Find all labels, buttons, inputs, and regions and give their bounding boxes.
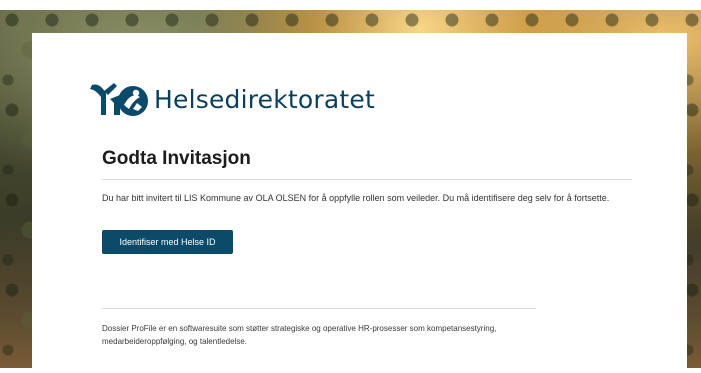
page-title: Godta Invitasjon — [102, 148, 251, 169]
title-divider — [102, 179, 632, 180]
brand-name: Helsedirektoratet — [154, 84, 376, 114]
invitation-message: Du har bitt invitert til LIS Kommune av … — [102, 193, 610, 203]
identify-helse-id-button[interactable]: Identifiser med Helse ID — [102, 230, 233, 254]
footer-description: Dossier ProFile er en softwaresuite som … — [102, 324, 497, 346]
helsedirektoratet-logo-icon — [90, 83, 148, 116]
footer-divider — [102, 308, 536, 309]
invitation-card: Helsedirektoratet Godta Invitasjon Du ha… — [32, 33, 687, 373]
brand-logo: Helsedirektoratet — [88, 77, 375, 121]
